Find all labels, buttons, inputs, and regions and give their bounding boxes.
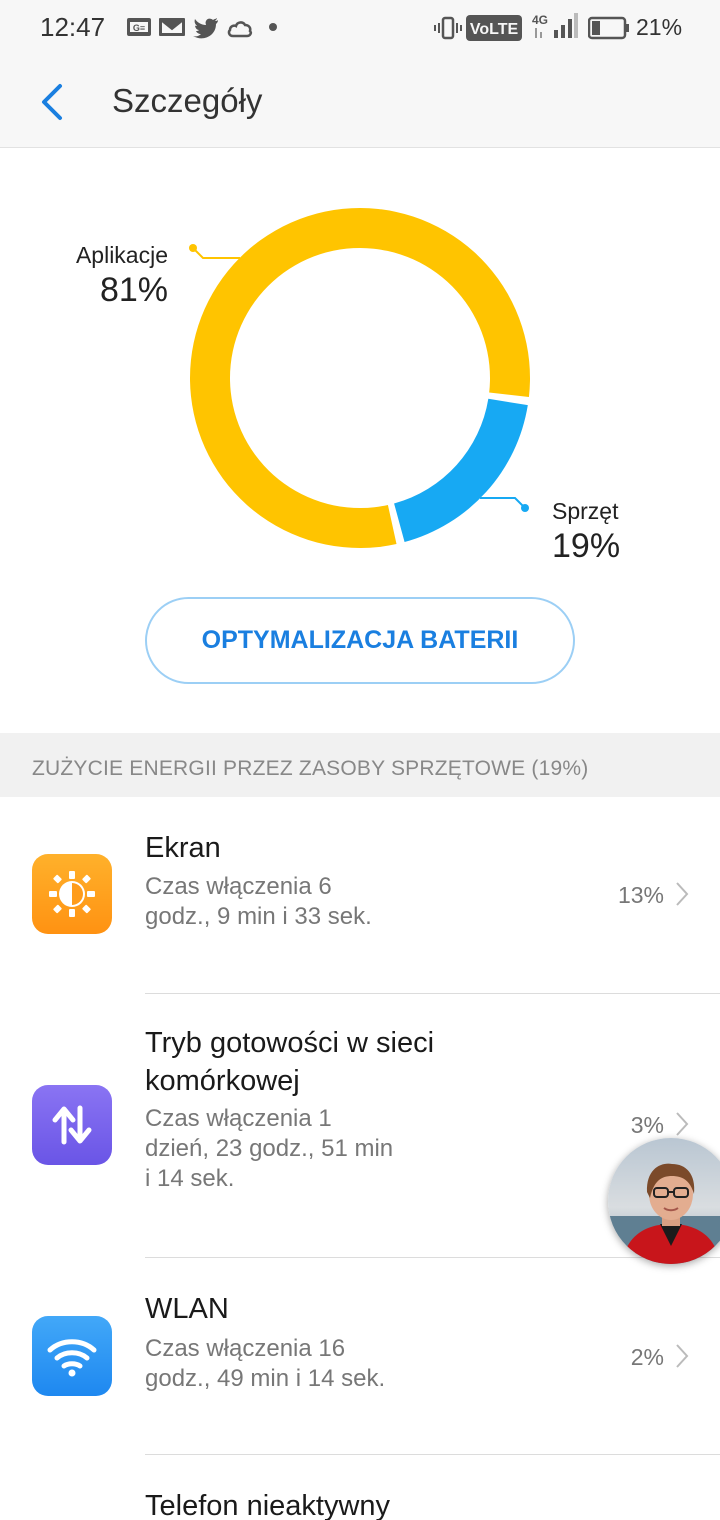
volte-icon: VoLTE <box>466 15 522 41</box>
brightness-icon <box>32 854 112 934</box>
item-value: 13% <box>617 882 664 908</box>
status-time: 12:47 <box>40 12 106 42</box>
wifi-icon <box>32 1316 112 1396</box>
item-subtitle: Czas włączenia 6 godz., 9 min i 33 sek. <box>145 873 372 930</box>
chart-label-hardware-value: 19% <box>552 527 621 565</box>
list-item-screen[interactable]: Ekran Czas włączenia 6 godz., 9 min i 33… <box>0 797 720 993</box>
back-button[interactable] <box>30 78 80 128</box>
data-transfer-icon <box>32 1085 112 1165</box>
item-subtitle: Czas włączenia 16 godz., 49 min i 14 sek… <box>145 1335 386 1392</box>
gmail-icon: G≡ <box>127 18 151 36</box>
leader-line-hardware-dot <box>521 504 529 512</box>
page-title: Szczegóły <box>112 82 263 119</box>
svg-text:4G: 4G <box>532 13 548 27</box>
chevron-right-icon <box>676 882 689 906</box>
chevron-right-icon <box>676 1112 689 1136</box>
weather-icon <box>227 21 253 38</box>
battery-percent: 21% <box>636 14 683 40</box>
list-item-phone-idle[interactable]: Telefon nieaktywny <box>0 1455 720 1520</box>
battery-icon <box>588 16 629 40</box>
item-value: 2% <box>630 1344 664 1370</box>
item-value: 3% <box>630 1112 664 1138</box>
leader-line-apps-dot <box>189 244 197 252</box>
item-title: Telefon nieaktywny <box>145 1490 391 1520</box>
vibrate-icon <box>434 16 462 40</box>
section-header: ZUŻYCIE ENERGII PRZEZ ZASOBY SPRZĘTOWE (… <box>0 733 720 797</box>
signal-icon: 4G <box>532 13 578 38</box>
app-bar: Szczegóły <box>0 56 720 148</box>
status-bar: 12:47 G≡ VoLTE 4G 21% <box>0 0 720 56</box>
svg-text:VoLTE: VoLTE <box>470 21 519 38</box>
item-subtitle: Czas włączenia 1 dzień, 23 godz., 51 min… <box>145 1105 394 1192</box>
chart-label-apps: Aplikacje 81% <box>76 242 168 310</box>
gmail-icon <box>159 18 185 36</box>
chevron-left-icon <box>42 84 62 120</box>
battery-usage-chart: Aplikacje 81% Sprzęt 19% <box>0 148 720 588</box>
section-header-text: ZUŻYCIE ENERGII PRZEZ ZASOBY SPRZĘTOWE (… <box>32 757 589 780</box>
chart-label-apps-value: 81% <box>99 271 168 309</box>
leader-line-hardware <box>480 497 526 509</box>
svg-text:G≡: G≡ <box>133 23 145 33</box>
dot-icon <box>269 23 277 31</box>
donut-slice-hardware <box>394 398 528 543</box>
item-title: WLAN <box>145 1293 229 1325</box>
item-title: Ekran <box>145 832 221 864</box>
twitter-icon <box>193 18 218 39</box>
chart-label-apps-caption: Aplikacje <box>75 242 168 268</box>
list-item-wlan[interactable]: WLAN Czas włączenia 16 godz., 49 min i 1… <box>0 1258 720 1454</box>
item-title: Tryb gotowości w sieci komórkowej <box>145 1027 435 1097</box>
optimize-battery-button[interactable]: OPTYMALIZACJA BATERII <box>145 597 575 684</box>
chart-label-hardware: Sprzęt 19% <box>552 498 620 566</box>
leader-line-apps <box>192 247 240 259</box>
chevron-right-icon <box>676 1344 689 1368</box>
chart-label-hardware-caption: Sprzęt <box>552 498 619 524</box>
